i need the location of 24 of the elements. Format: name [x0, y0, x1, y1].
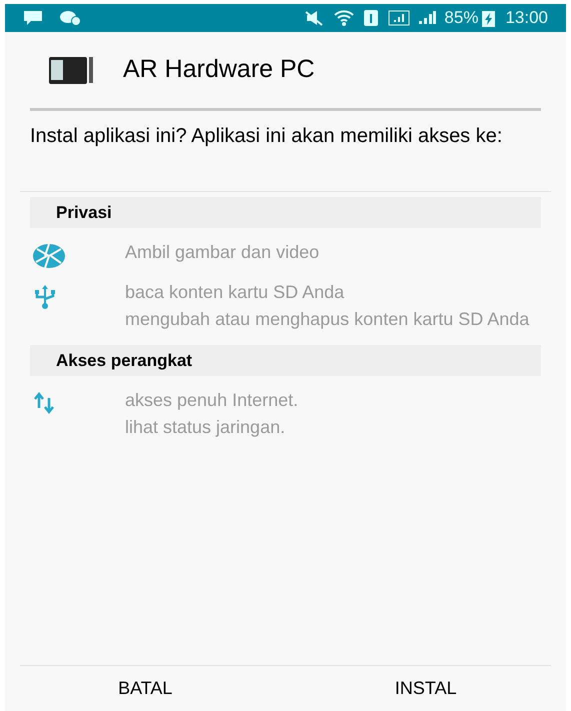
battery-charging-icon — [482, 10, 496, 26]
camera-shutter-icon — [33, 244, 65, 268]
app-title: AR Hardware PC — [123, 54, 315, 86]
wifi-icon — [334, 10, 354, 26]
signal-icon — [418, 10, 436, 26]
signal-icon — [388, 10, 410, 26]
permission-text: akses penuh Internet. — [125, 390, 300, 411]
section-title: Privasi — [56, 202, 112, 224]
sim-icon — [364, 10, 378, 26]
section-title: Akses perangkat — [56, 350, 192, 372]
permission-text: mengubah atau menghapus konten kartu SD Anda — [125, 309, 530, 330]
permission-text: lihat status jaringan. — [125, 417, 286, 438]
chat-alert-icon — [59, 10, 81, 26]
battery-percentage: 85% — [444, 7, 478, 30]
mute-icon — [304, 10, 324, 26]
usb-icon — [33, 284, 57, 310]
permission-text: Ambil gambar dan video — [125, 242, 320, 263]
message-icon — [23, 10, 43, 26]
install-question: Instal aplikasi ini? Aplikasi ini akan memiliki akses ke: — [29, 124, 504, 149]
data-transfer-arrows-icon — [33, 392, 55, 414]
permission-text: baca konten kartu SD Anda — [125, 282, 346, 303]
install-button[interactable]: INSTAL — [286, 666, 566, 711]
clock: 13:00 — [505, 7, 548, 30]
cancel-button[interactable]: BATAL — [5, 666, 286, 711]
